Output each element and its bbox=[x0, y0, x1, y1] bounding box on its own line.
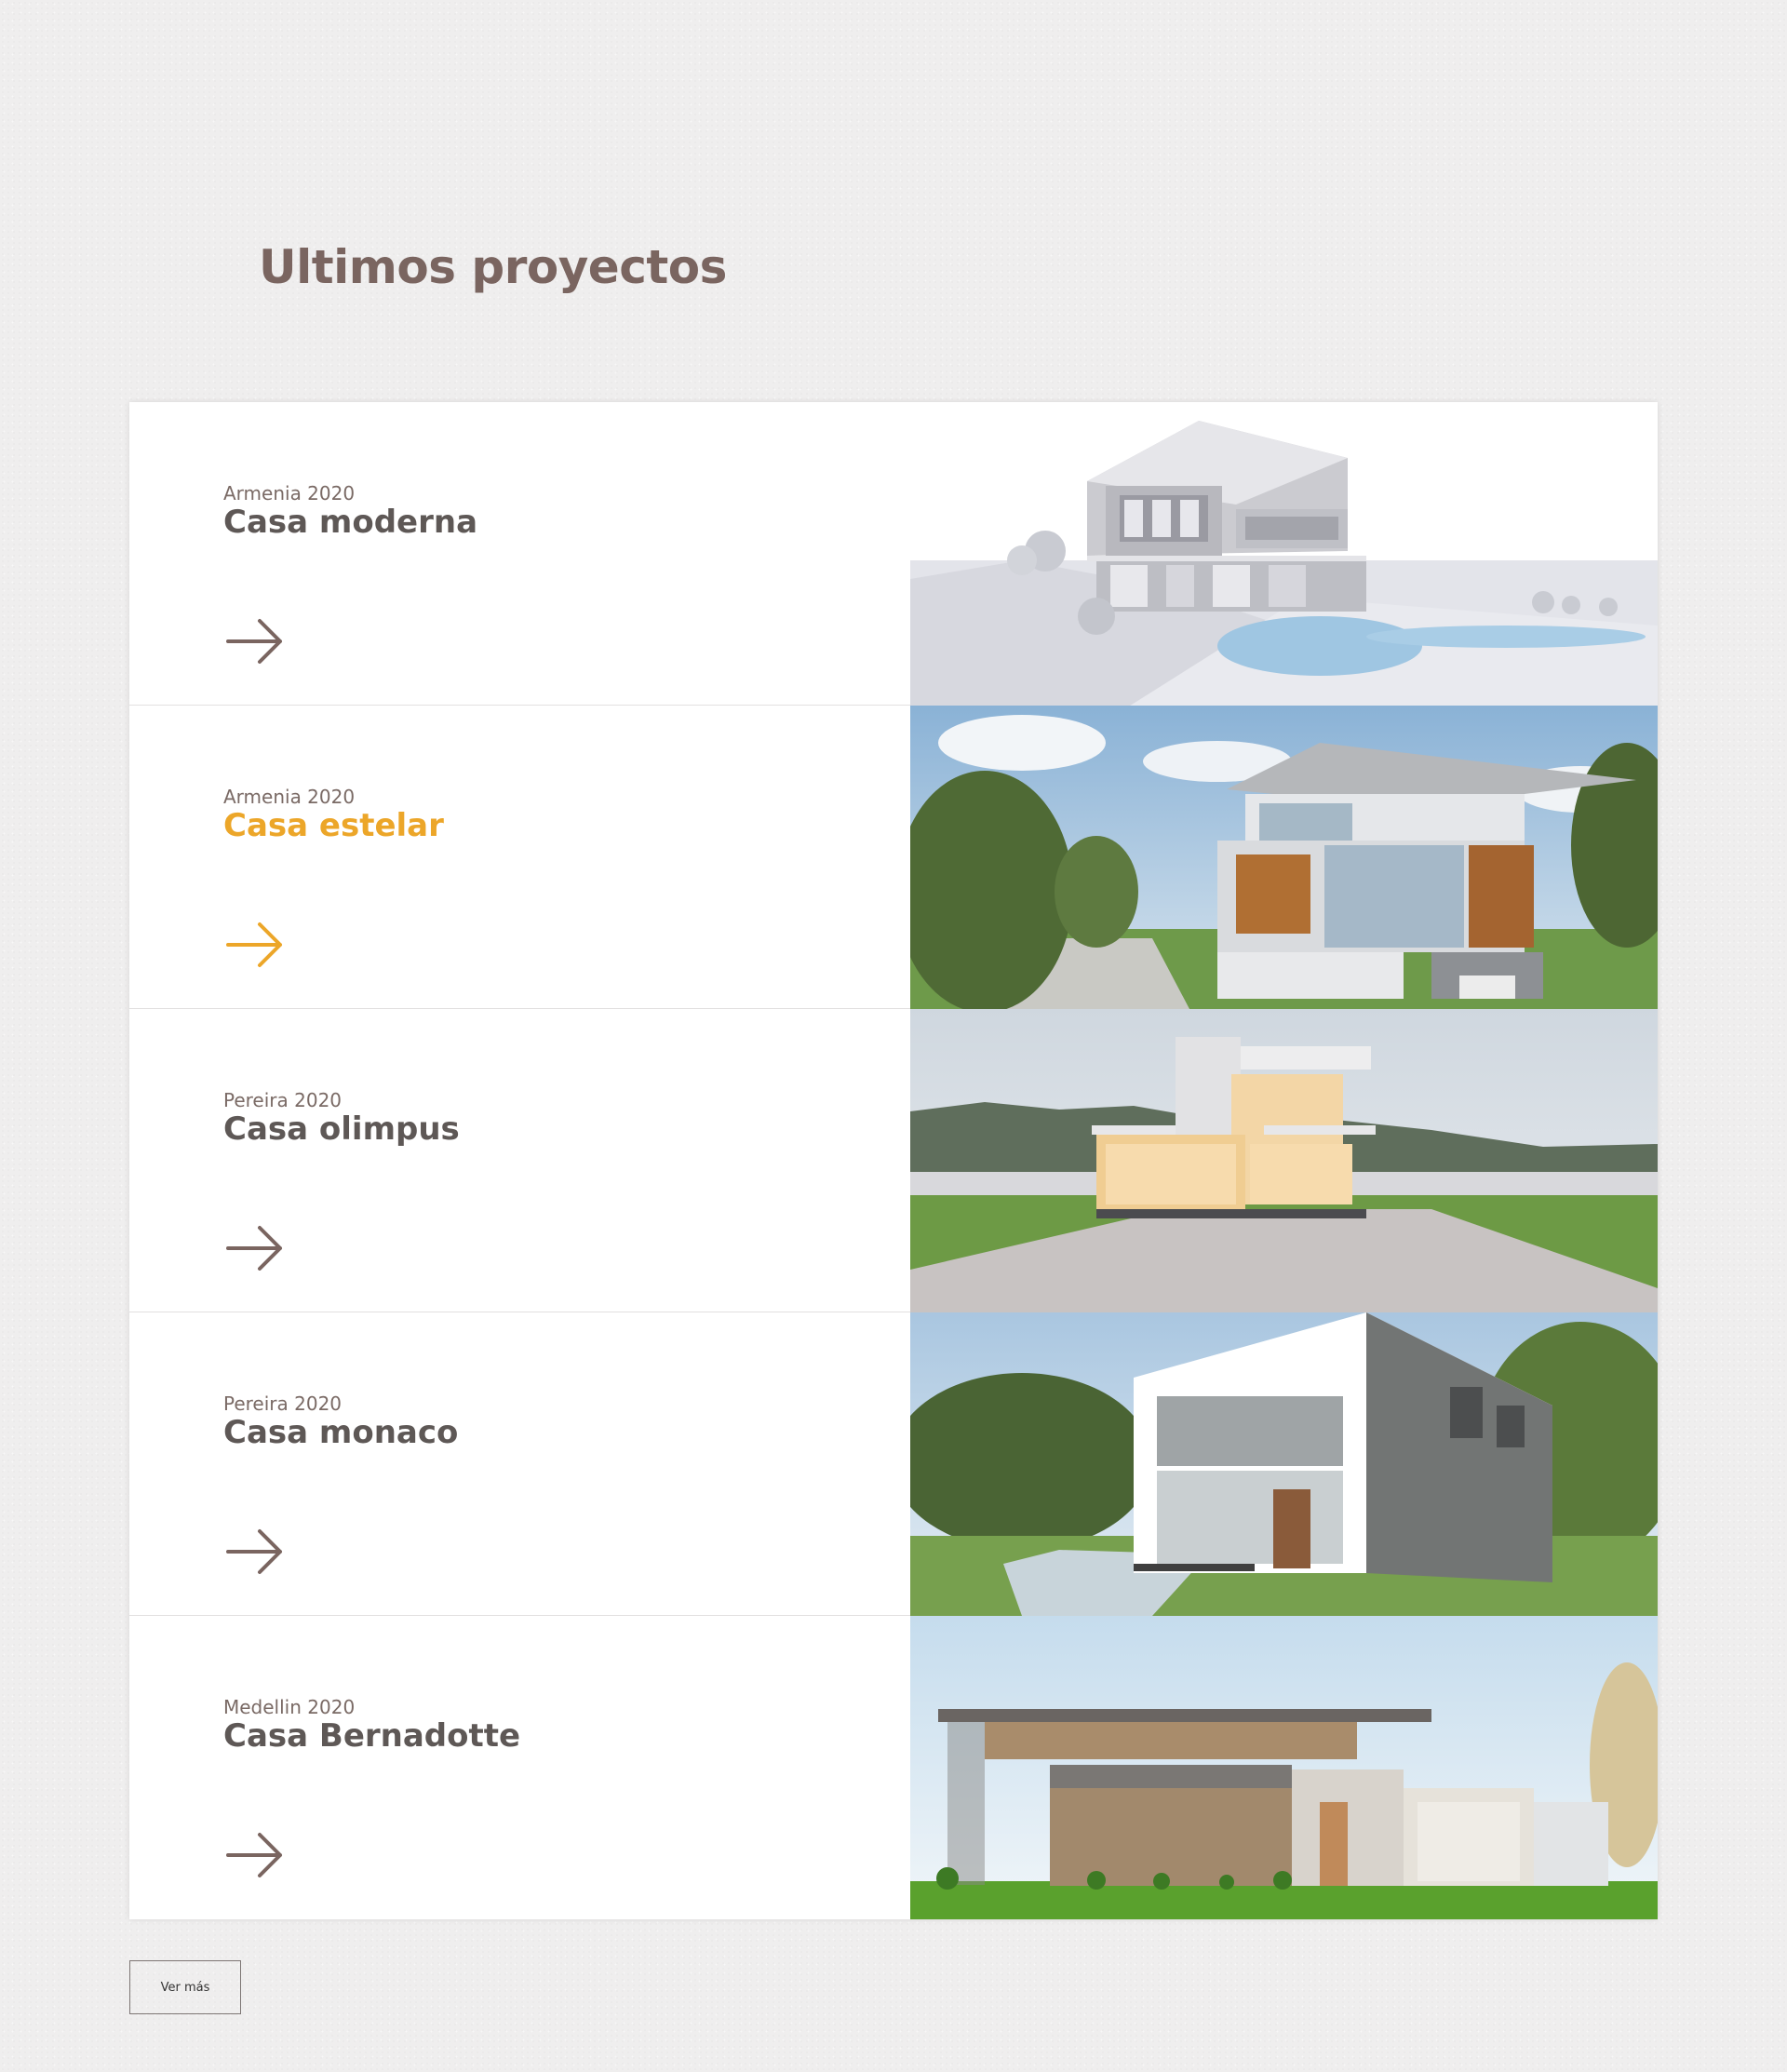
arrow-right-icon[interactable] bbox=[226, 1528, 284, 1575]
project-info: Armenia 2020 Casa estelar bbox=[223, 786, 444, 843]
project-location: Pereira 2020 bbox=[223, 1393, 343, 1415]
project-info: Medellin 2020 Casa Bernadotte bbox=[223, 1696, 520, 1754]
project-image[interactable] bbox=[910, 1312, 1658, 1616]
project-name[interactable]: Casa olimpus bbox=[223, 1111, 460, 1147]
project-row-casa-estelar[interactable]: Armenia 2020 Casa estelar bbox=[129, 706, 1658, 1009]
section-title: Ultimos proyectos bbox=[259, 240, 727, 294]
project-image[interactable] bbox=[910, 706, 1658, 1009]
projects-list: Armenia 2020 Casa moderna Armenia 2020 C… bbox=[129, 402, 1658, 1919]
project-name[interactable]: Casa monaco bbox=[223, 1415, 458, 1450]
project-name[interactable]: Casa estelar bbox=[223, 808, 444, 843]
project-row-casa-bernadotte[interactable]: Medellin 2020 Casa Bernadotte bbox=[129, 1616, 1658, 1919]
project-image[interactable] bbox=[910, 1616, 1658, 1919]
see-more-button[interactable]: Ver más bbox=[129, 1960, 241, 2014]
project-info: Pereira 2020 Casa monaco bbox=[223, 1393, 458, 1450]
arrow-right-icon[interactable] bbox=[226, 1832, 284, 1878]
project-info: Pereira 2020 Casa olimpus bbox=[223, 1089, 460, 1147]
project-location: Medellin 2020 bbox=[223, 1696, 356, 1718]
arrow-right-icon[interactable] bbox=[226, 1225, 284, 1271]
project-location: Armenia 2020 bbox=[223, 786, 356, 808]
project-location: Armenia 2020 bbox=[223, 482, 356, 505]
project-image[interactable] bbox=[910, 1009, 1658, 1312]
project-name[interactable]: Casa Bernadotte bbox=[223, 1718, 520, 1754]
arrow-right-icon[interactable] bbox=[226, 922, 284, 968]
project-image[interactable] bbox=[910, 402, 1658, 706]
project-location: Pereira 2020 bbox=[223, 1089, 343, 1111]
project-row-casa-olimpus[interactable]: Pereira 2020 Casa olimpus bbox=[129, 1009, 1658, 1312]
project-row-casa-moderna[interactable]: Armenia 2020 Casa moderna bbox=[129, 402, 1658, 706]
project-info: Armenia 2020 Casa moderna bbox=[223, 482, 477, 540]
project-row-casa-monaco[interactable]: Pereira 2020 Casa monaco bbox=[129, 1312, 1658, 1616]
project-name[interactable]: Casa moderna bbox=[223, 505, 477, 540]
arrow-right-icon[interactable] bbox=[226, 618, 284, 665]
